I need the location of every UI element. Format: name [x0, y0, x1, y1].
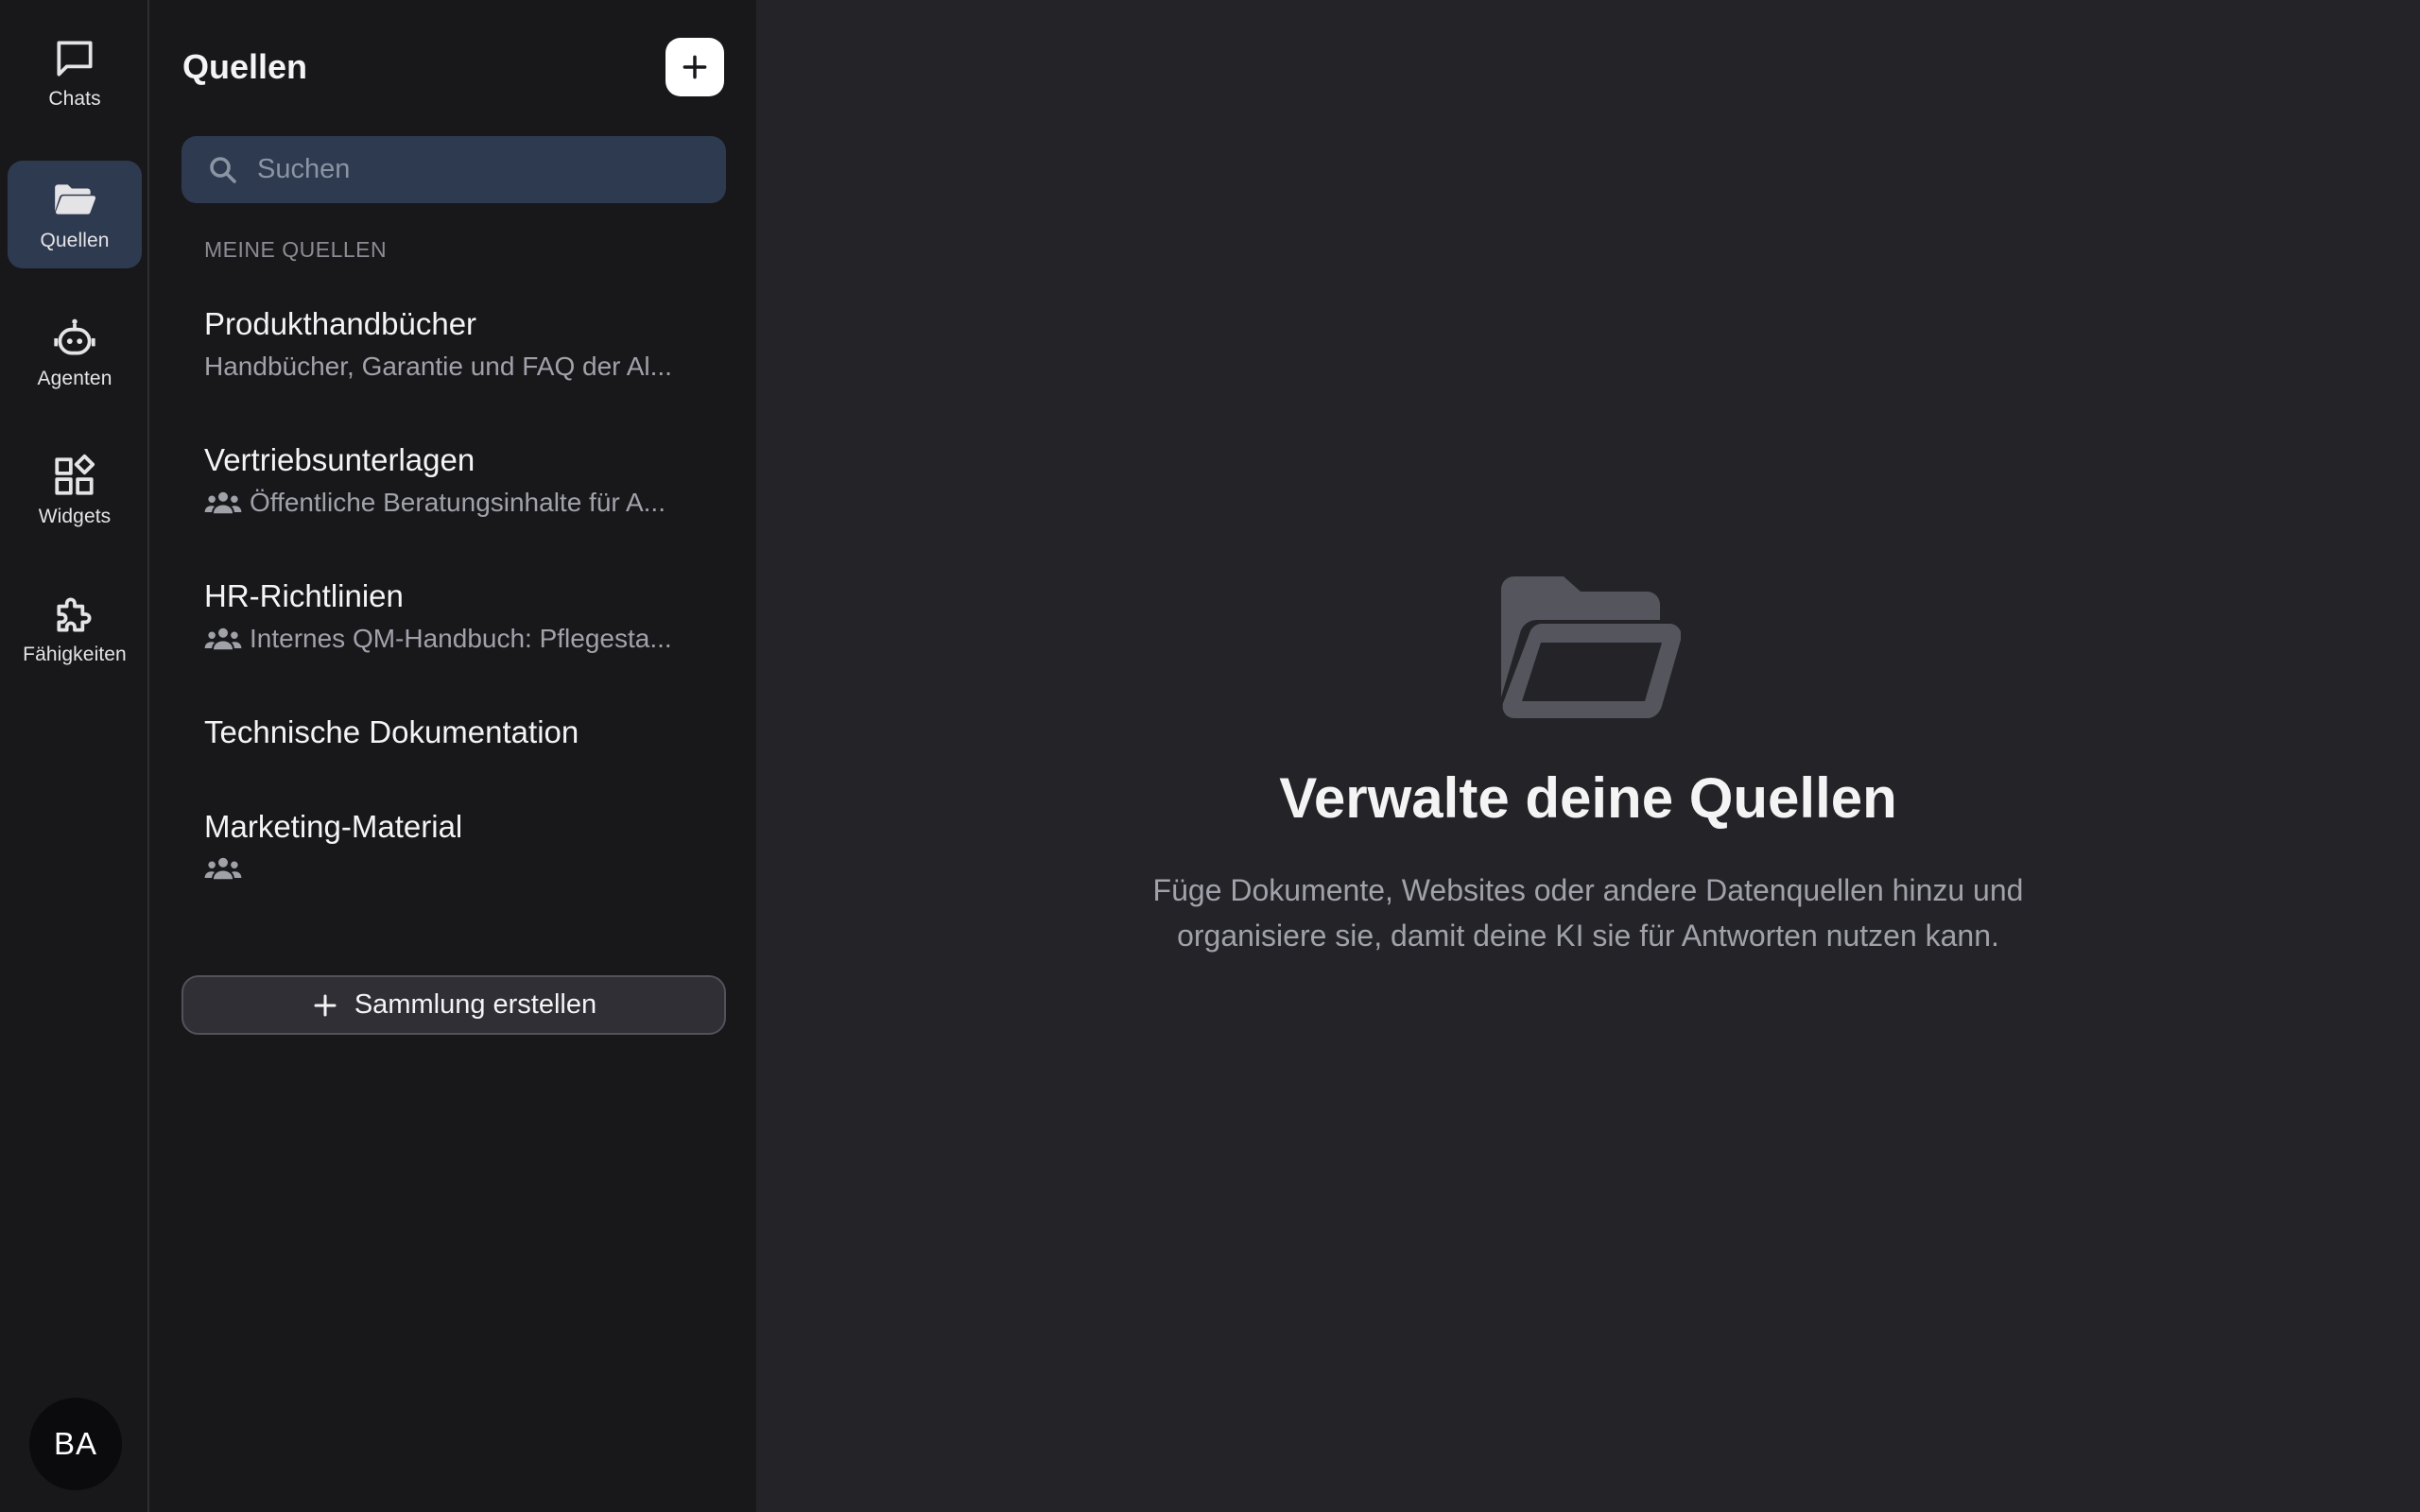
add-source-button[interactable]: [666, 38, 724, 96]
shared-group-icon: [204, 627, 242, 650]
empty-state-description: Füge Dokumente, Websites oder andere Dat…: [756, 868, 2420, 958]
shared-group-icon: [204, 491, 242, 514]
source-description-text: Internes QM-Handbuch: Pflegesta...: [250, 624, 672, 653]
user-avatar[interactable]: BA: [29, 1398, 122, 1490]
sources-panel: Quellen MEINE QUELLEN Produkthandbücher …: [149, 0, 756, 1512]
app-window: Chats Quellen Agenten Widgets Fähigkeite…: [0, 0, 2420, 1512]
rail-label: Widgets: [38, 506, 112, 527]
nav-rail: Chats Quellen Agenten Widgets Fähigkeite…: [0, 0, 149, 1512]
rail-item-chats[interactable]: Chats: [8, 19, 142, 127]
puzzle-icon: [57, 597, 92, 632]
robot-icon: [54, 318, 95, 355]
empty-state-title: Verwalte deine Quellen: [1279, 766, 1897, 830]
source-title: HR-Richtlinien: [204, 578, 404, 613]
panel-title: Quellen: [182, 47, 308, 86]
rail-label: Agenten: [37, 368, 112, 389]
source-title: Produkthandbücher: [204, 306, 477, 341]
empty-state-description-line1: Füge Dokumente, Websites oder andere Dat…: [1152, 873, 2024, 907]
source-item-hr-richtlinien[interactable]: HR-Richtlinien Internes QM-Handbuch: Pfl…: [182, 578, 726, 654]
main-content: Verwalte deine Quellen Füge Dokumente, W…: [756, 0, 2420, 1512]
source-item-vertriebsunterlagen[interactable]: Vertriebsunterlagen Öffentliche Beratung…: [182, 442, 726, 518]
create-collection-button[interactable]: Sammlung erstellen: [182, 975, 726, 1035]
rail-label: Fähigkeiten: [23, 644, 127, 665]
source-description: Handbücher, Garantie und FAQ der Al...: [204, 352, 726, 382]
source-title: Vertriebsunterlagen: [204, 442, 475, 477]
rail-item-quellen[interactable]: Quellen: [8, 161, 142, 268]
create-collection-label: Sammlung erstellen: [354, 989, 597, 1020]
rail-item-widgets[interactable]: Widgets: [8, 437, 142, 544]
search-icon: [210, 156, 236, 183]
source-description: [204, 854, 726, 883]
rail-item-faehigkeiten[interactable]: Fähigkeiten: [8, 575, 142, 682]
shared-group-icon: [204, 857, 242, 880]
source-title: Marketing-Material: [204, 809, 463, 844]
folder-open-icon: [55, 184, 96, 215]
source-item-marketing-material[interactable]: Marketing-Material: [182, 809, 726, 883]
source-description-text: Öffentliche Beratungsinhalte für A...: [250, 488, 666, 517]
source-description-text: Handbücher, Garantie und FAQ der Al...: [204, 352, 672, 381]
plus-icon: [683, 55, 707, 79]
source-item-technische-dokumentation[interactable]: Technische Dokumentation: [182, 714, 726, 750]
rail-label: Chats: [48, 88, 101, 110]
source-title: Technische Dokumentation: [204, 714, 579, 749]
widgets-icon: [55, 454, 95, 495]
section-label: MEINE QUELLEN: [204, 237, 388, 262]
rail-label: Quellen: [40, 230, 110, 251]
chat-bubble-icon: [57, 41, 93, 77]
source-description: Internes QM-Handbuch: Pflegesta...: [204, 624, 726, 654]
search-box[interactable]: [182, 136, 726, 203]
source-item-produkthandbuecher[interactable]: Produkthandbücher Handbücher, Garantie u…: [182, 306, 726, 382]
rail-item-agenten[interactable]: Agenten: [8, 299, 142, 406]
plus-icon: [314, 994, 337, 1016]
folder-open-icon: [1501, 576, 1681, 718]
source-description: Öffentliche Beratungsinhalte für A...: [204, 488, 726, 518]
search-input[interactable]: [257, 154, 692, 185]
empty-state-description-line2: organisiere sie, damit deine KI sie für …: [1177, 919, 1999, 953]
